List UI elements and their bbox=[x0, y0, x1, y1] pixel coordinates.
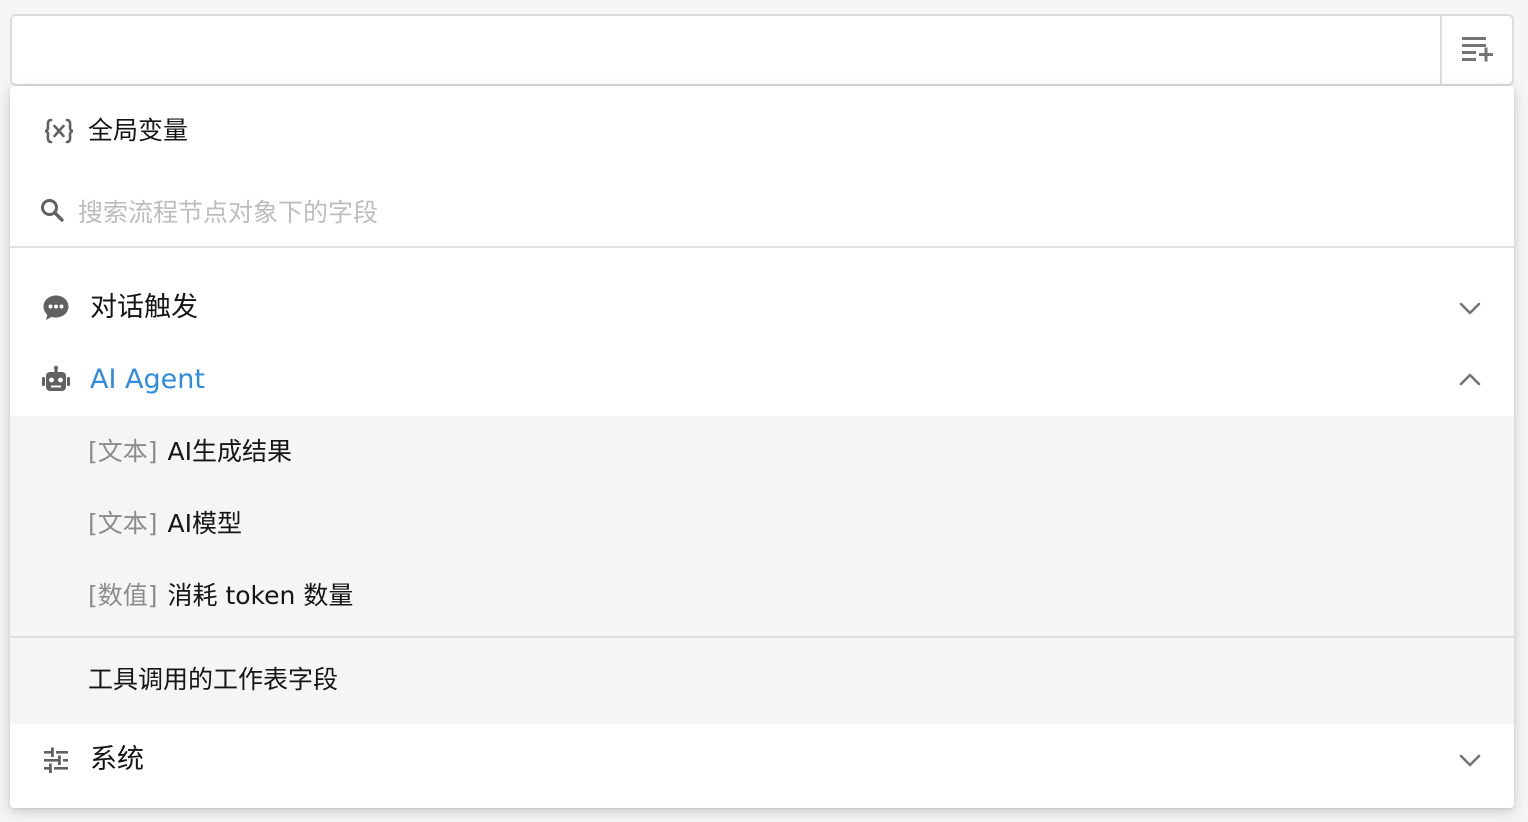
field-label: AI生成结果 bbox=[167, 437, 292, 466]
ai-agent-fields: [文本] AI生成结果 [文本] AI模型 [数值] 消耗 token 数量 工具调用… bbox=[10, 416, 1514, 724]
field-type-badge: [文本] bbox=[88, 437, 158, 466]
list-item[interactable]: [数值] 消耗 token 数量 bbox=[10, 560, 1514, 632]
chevron-up-icon bbox=[1456, 366, 1484, 394]
group-chat-trigger[interactable]: 对话触发 bbox=[10, 272, 1514, 344]
tool-sheet-fields-label: 工具调用的工作表字段 bbox=[88, 665, 339, 694]
global-variables-item[interactable]: 全局变量 bbox=[10, 86, 1514, 176]
insert-field-button[interactable] bbox=[1440, 16, 1512, 84]
field-label: 消耗 token 数量 bbox=[167, 581, 354, 610]
group-chat-trigger-label: 对话触发 bbox=[90, 292, 198, 323]
tune-sliders-icon bbox=[40, 744, 72, 776]
field-type-badge: [数值] bbox=[88, 581, 158, 610]
group-ai-agent[interactable]: AI Agent bbox=[10, 344, 1514, 416]
chevron-down-icon bbox=[1456, 294, 1484, 322]
tool-sheet-fields-item[interactable]: 工具调用的工作表字段 bbox=[10, 638, 1514, 724]
field-selector[interactable] bbox=[10, 14, 1514, 86]
field-type-badge: [文本] bbox=[88, 509, 158, 538]
field-dropdown: 全局变量 对话触发 bbox=[10, 86, 1514, 808]
group-system-label: 系统 bbox=[90, 744, 144, 775]
list-item[interactable]: [文本] AI生成结果 bbox=[10, 416, 1514, 488]
chat-bubble-icon bbox=[40, 292, 72, 324]
playlist-add-icon bbox=[1460, 33, 1494, 67]
search-icon bbox=[38, 196, 68, 226]
robot-icon bbox=[40, 364, 72, 396]
list-item[interactable]: [文本] AI模型 bbox=[10, 488, 1514, 560]
search-input[interactable] bbox=[78, 190, 1458, 234]
group-ai-agent-label: AI Agent bbox=[90, 364, 205, 395]
chevron-down-icon bbox=[1456, 746, 1484, 774]
variable-braces-icon bbox=[42, 116, 76, 146]
global-variables-label: 全局变量 bbox=[88, 116, 189, 145]
group-system[interactable]: 系统 bbox=[10, 724, 1514, 796]
field-label: AI模型 bbox=[167, 509, 242, 538]
search-bar bbox=[10, 176, 1514, 248]
